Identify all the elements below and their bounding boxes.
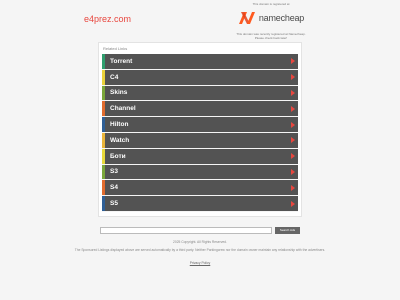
related-links-heading: Related Links [103,46,128,51]
related-link-label: Skins [110,89,128,97]
related-link-1[interactable]: C4 [102,69,298,86]
related-links-list: Torrent C4 Skins Channel Hilton Watch Боти S3 S4… [102,54,298,212]
disclaimer-text: The Sponsored Listings displayed above a… [74,248,326,252]
color-bar [102,164,105,180]
chevron-right-icon [291,121,295,128]
related-link-6[interactable]: Боти [102,148,298,165]
registrar-name: namecheap [258,13,305,23]
chevron-right-icon [291,153,295,160]
related-link-label: S5 [110,200,118,208]
related-link-8[interactable]: S4 [102,180,298,197]
color-bar [102,148,105,164]
registrar-subnote: This domain was recently registered at N… [236,32,306,40]
related-link-label: Channel [110,105,136,113]
related-link-3[interactable]: Channel [102,101,298,118]
registrar-note: This domain is registered at [252,2,290,6]
chevron-right-icon [291,105,295,112]
color-bar [102,180,105,196]
chevron-right-icon [291,168,295,175]
chevron-right-icon [291,89,295,96]
color-bar [102,85,105,101]
related-link-9[interactable]: S5 [102,196,298,212]
related-link-2[interactable]: Skins [102,85,298,102]
privacy-policy-link[interactable]: Privacy Policy [0,261,400,265]
chevron-right-icon [291,200,295,207]
related-link-4[interactable]: Hilton [102,117,298,133]
color-bar [102,196,105,211]
search-input[interactable] [100,227,272,234]
namecheap-icon [238,12,255,24]
color-bar [102,54,105,69]
related-link-label: Watch [110,136,130,144]
related-link-5[interactable]: Watch [102,132,298,149]
related-link-label: Боти [110,152,126,160]
chevron-right-icon [291,137,295,144]
color-bar [102,117,105,132]
chevron-right-icon [291,74,295,81]
color-bar [102,132,105,148]
related-link-label: C4 [110,73,119,81]
color-bar [102,69,105,85]
namecheap-logo[interactable]: namecheap [232,10,310,26]
related-link-label: Hilton [110,121,129,129]
related-link-7[interactable]: S3 [102,164,298,181]
site-domain[interactable]: e4prez.com [84,14,131,24]
related-link-0[interactable]: Torrent [102,54,298,70]
search-bar: Search Ads [100,227,300,234]
copyright-text: 2025 Copyright. All Rights Reserved. [173,240,227,244]
chevron-right-icon [291,184,295,191]
color-bar [102,101,105,117]
related-link-label: S3 [110,168,118,176]
related-link-label: S4 [110,184,118,192]
registrar-box: This domain is registered at namecheap T… [232,2,310,40]
search-ads-button[interactable]: Search Ads [275,227,300,234]
related-links-panel: Related Links Torrent C4 Skins Channel Hilto… [98,42,302,217]
related-link-label: Torrent [110,57,133,65]
chevron-right-icon [291,58,295,65]
